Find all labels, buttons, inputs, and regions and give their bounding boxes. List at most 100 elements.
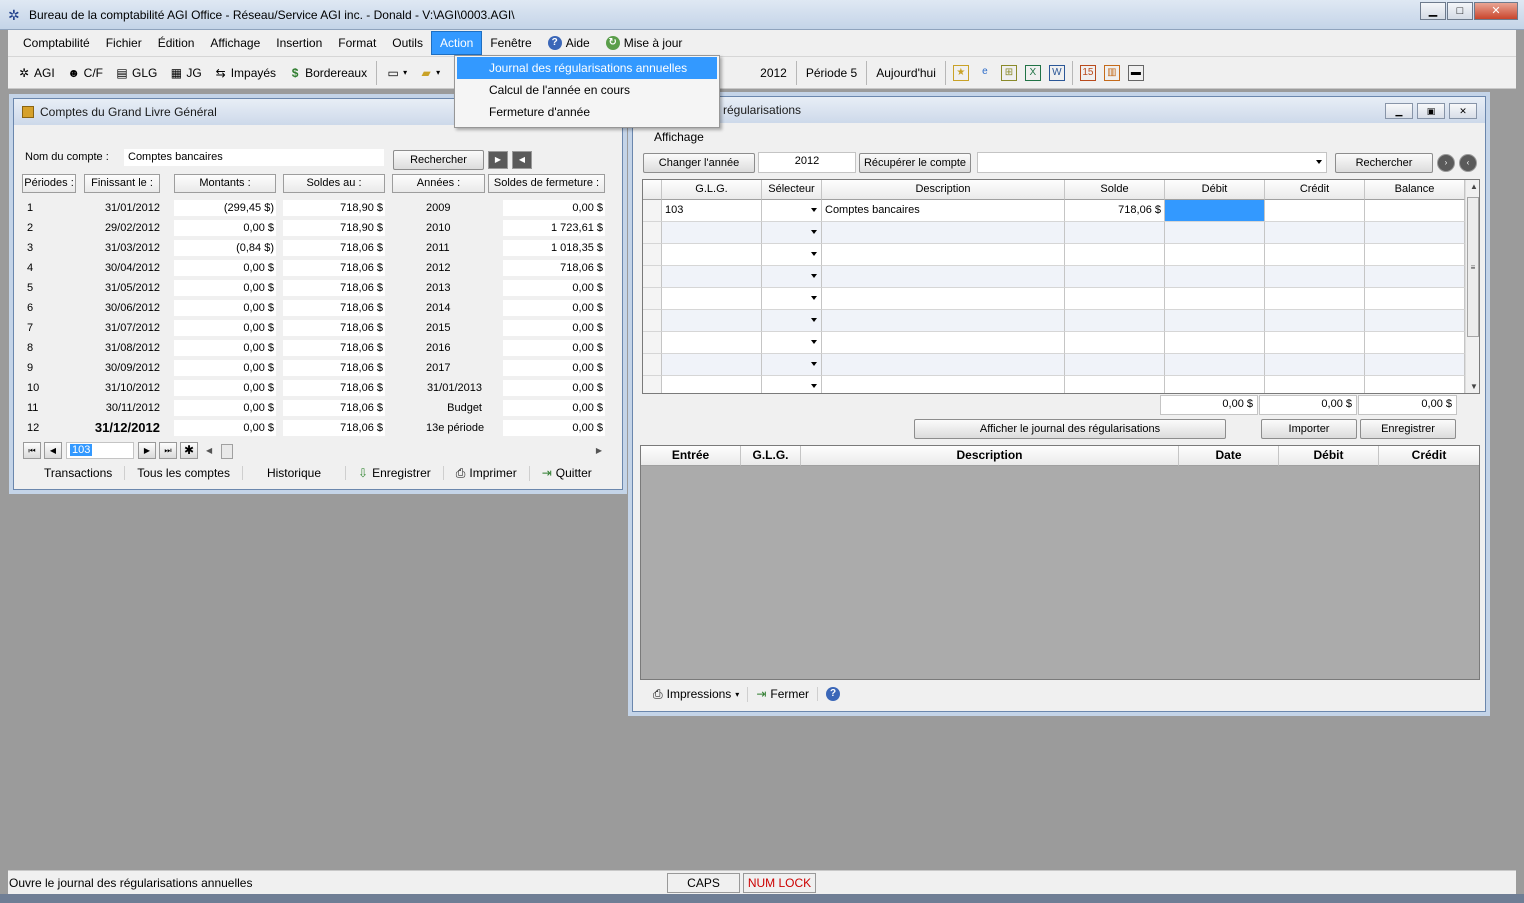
grid-cell-selector[interactable] [762, 266, 822, 288]
all-accounts-button[interactable]: Tous les comptes [125, 466, 243, 480]
next-account-button[interactable]: ▶ [488, 151, 508, 169]
grid-cell-balance[interactable] [1365, 354, 1465, 376]
grid-cell-debit[interactable] [1165, 376, 1265, 393]
save-button[interactable]: ⇩ Enregistrer [346, 466, 444, 480]
grid-cell-selector[interactable] [762, 310, 822, 332]
grid-cell-balance[interactable] [1365, 244, 1465, 266]
journal-save-button[interactable]: Enregistrer [1360, 419, 1456, 439]
excel-icon[interactable]: X [1024, 64, 1041, 81]
word-icon[interactable]: W [1048, 64, 1065, 81]
grid-cell-credit[interactable] [1265, 376, 1365, 393]
next-record-button[interactable]: ▶ [138, 442, 156, 459]
menu-format[interactable]: Format [330, 32, 384, 54]
first-record-button[interactable]: ⏮ [23, 442, 41, 459]
grid-cell-solde[interactable]: 718,06 $ [1065, 200, 1165, 222]
menu-item-calcul-annee[interactable]: Calcul de l'année en cours [455, 79, 719, 101]
agi-button[interactable]: ✲ AGI [11, 66, 61, 80]
grid-cell-solde[interactable] [1065, 288, 1165, 310]
grid-cell-debit[interactable] [1165, 222, 1265, 244]
menu-item-fermeture-annee[interactable]: Fermeture d'année [455, 101, 719, 123]
grid-cell-solde[interactable] [1065, 266, 1165, 288]
grid-cell-selector[interactable] [762, 222, 822, 244]
record-number-field[interactable]: 103 [66, 442, 134, 459]
grid-cell-description[interactable] [822, 332, 1065, 354]
window-icon[interactable]: ▬ [1127, 64, 1144, 81]
grid-cell-selector[interactable] [762, 354, 822, 376]
grid-cell-balance[interactable] [1365, 310, 1465, 332]
grid-cell-solde[interactable] [1065, 332, 1165, 354]
glg-button[interactable]: ▤ GLG [109, 66, 163, 80]
grid-cell-credit[interactable] [1265, 200, 1365, 222]
grid-cell-glg[interactable] [662, 376, 762, 393]
grid-cell-credit[interactable] [1265, 354, 1365, 376]
prev-icon[interactable]: ‹ [1459, 154, 1477, 172]
grid-cell-debit[interactable] [1165, 310, 1265, 332]
menu-comptabilite[interactable]: Comptabilité [15, 32, 98, 54]
last-record-button[interactable]: ⏭ [159, 442, 177, 459]
menu-aide[interactable]: ? Aide [540, 32, 598, 54]
help-button[interactable]: ? [818, 687, 848, 701]
menu-item-journal-regularisations[interactable]: Journal des régularisations annuelles [457, 57, 717, 79]
grid-cell-glg[interactable] [662, 354, 762, 376]
period-button[interactable]: Période 5 [800, 66, 863, 80]
recover-account-button[interactable]: Récupérer le compte [859, 153, 971, 173]
menu-fenetre[interactable]: Fenêtre [482, 32, 539, 54]
grid-cell-credit[interactable] [1265, 244, 1365, 266]
import-button[interactable]: Importer [1261, 419, 1357, 439]
new-record-button[interactable]: ✱ [180, 442, 198, 459]
grid-cell-description[interactable] [822, 288, 1065, 310]
transactions-button[interactable]: Transactions [22, 466, 126, 480]
close-button[interactable]: ✕ [1474, 2, 1518, 20]
minimize-button[interactable]: ▁ [1420, 2, 1446, 20]
grid-cell-balance[interactable] [1365, 222, 1465, 244]
year-display[interactable]: 2012 [754, 66, 793, 80]
impressions-button[interactable]: ⎙ Impressions ▾ [641, 686, 749, 702]
grid-cell-solde[interactable] [1065, 354, 1165, 376]
grid-cell-debit[interactable] [1165, 244, 1265, 266]
prev-record-button[interactable]: ◀ [44, 442, 62, 459]
grid-cell-description[interactable] [822, 266, 1065, 288]
today-button[interactable]: Aujourd'hui [870, 66, 942, 80]
grid-cell-description[interactable] [822, 376, 1065, 393]
grid-cell-debit[interactable] [1165, 332, 1265, 354]
menu-insertion[interactable]: Insertion [268, 32, 330, 54]
account-combobox[interactable] [977, 152, 1327, 173]
grid-cell-credit[interactable] [1265, 288, 1365, 310]
calendar-icon[interactable]: 15 [1079, 64, 1096, 81]
next-icon[interactable]: › [1437, 154, 1455, 172]
grid-cell-debit[interactable] [1165, 266, 1265, 288]
grid-cell-debit[interactable] [1165, 354, 1265, 376]
fermer-button[interactable]: ⇥ Fermer [748, 687, 819, 701]
menu-edition[interactable]: Édition [150, 32, 203, 54]
grid-cell-balance[interactable] [1365, 266, 1465, 288]
prev-account-button[interactable]: ◀ [512, 151, 532, 169]
search-button[interactable]: Rechercher [393, 150, 484, 170]
change-year-button[interactable]: Changer l'année [643, 153, 755, 173]
grid-cell-solde[interactable] [1065, 376, 1165, 393]
grid-cell-description[interactable] [822, 222, 1065, 244]
horizontal-scrollbar[interactable]: ◀ ▶ [204, 444, 604, 459]
history-button[interactable]: Historique [243, 466, 346, 480]
grid-cell-balance[interactable] [1365, 332, 1465, 354]
grid-cell-glg[interactable] [662, 222, 762, 244]
grid-cell-glg[interactable] [662, 332, 762, 354]
grid-cell-selector[interactable] [762, 376, 822, 393]
new-document-button[interactable]: ▭ ▾ [380, 66, 413, 80]
mdi-minimize-button[interactable]: ▁ [1385, 103, 1413, 119]
show-journal-button[interactable]: Afficher le journal des régularisations [914, 419, 1226, 439]
print-button[interactable]: ⎙ Imprimer [444, 465, 530, 481]
grid-cell-description[interactable] [822, 354, 1065, 376]
chart-icon[interactable]: ▥ [1103, 64, 1120, 81]
bordereaux-button[interactable]: $ Bordereaux [282, 66, 373, 80]
grid-cell-glg[interactable] [662, 288, 762, 310]
grid-cell-balance[interactable] [1365, 200, 1465, 222]
quit-button[interactable]: ⇥ Quitter [530, 466, 604, 480]
maximize-button[interactable]: □ [1447, 2, 1473, 20]
grid-cell-balance[interactable] [1365, 376, 1465, 393]
grid-cell-description[interactable] [822, 310, 1065, 332]
cf-button[interactable]: ☻ C/F [61, 66, 109, 80]
grid-cell-description[interactable]: Comptes bancaires [822, 200, 1065, 222]
menu-mise-a-jour[interactable]: ↻ Mise à jour [598, 32, 691, 54]
grid-cell-credit[interactable] [1265, 266, 1365, 288]
grid-cell-credit[interactable] [1265, 332, 1365, 354]
